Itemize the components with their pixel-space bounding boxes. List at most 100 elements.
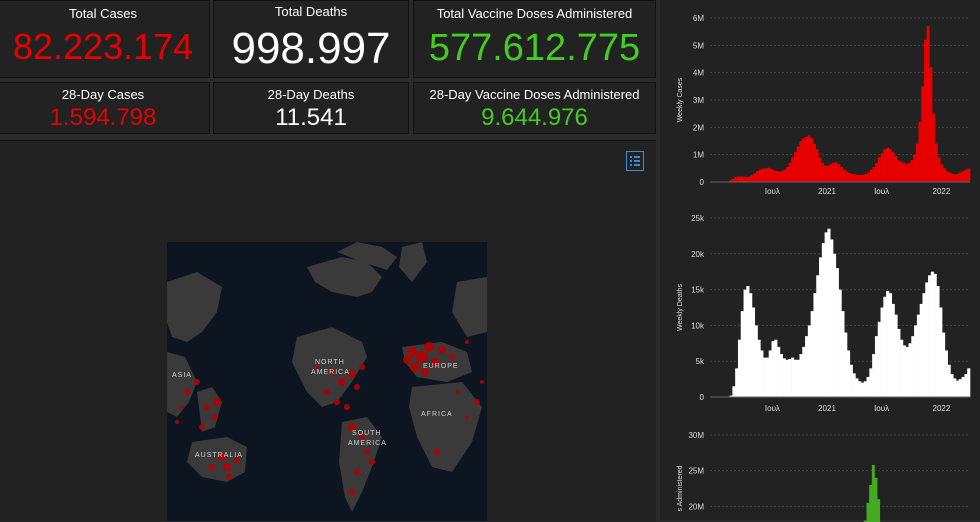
y-axis-label: Weekly Cases [677,77,684,122]
chart-bar [883,296,887,397]
vaccine-28-value: 9.644.976 [481,104,588,131]
chart-bar [775,171,779,182]
chart-bar [829,164,833,182]
y-tick-label: 15k [691,286,705,295]
chart-bar [756,171,760,182]
chart-bar [810,138,814,182]
chart-bar [905,164,909,182]
total-deaths-label: Total Deaths [274,4,348,19]
chart-bar [958,379,962,397]
chart-bar [874,477,878,522]
chart-bar [872,354,876,397]
chart-bar [918,121,922,182]
chart-bar [846,350,851,397]
chart-bar [880,153,884,182]
cases-28-label: 28-Day Cases [61,87,145,102]
y-tick-label: 20M [688,502,704,511]
y-tick-label: 30M [688,431,704,440]
chart-bar [916,314,920,397]
chart-bar [922,293,926,397]
chart-bar [830,239,834,397]
chart-bar [964,169,968,182]
chart-bar [888,293,893,397]
chart-bar [930,271,934,397]
chart-bar [877,499,881,522]
chart-bar [834,162,838,182]
chart-bar [807,325,811,397]
cases-28-tile: 28-Day Cases 1.594.798 [0,82,210,134]
chart-bar [888,149,892,182]
world-map[interactable]: ASIA NORTH AMERICA EUROPE AFRICA SOUTH A… [167,242,487,521]
chart-bar [777,346,781,397]
y-tick-label: 6M [693,14,704,23]
y-tick-label: 1M [693,151,704,160]
chart-bar [793,359,797,397]
chart-bar [905,346,909,397]
legend-button[interactable] [626,151,644,171]
y-tick-label: 25k [691,214,705,223]
chart-bar [757,339,761,397]
chart-bar [734,177,738,182]
total-deaths-value: 998.997 [231,24,391,73]
chart-bar [805,336,809,397]
chart-bar [760,350,764,397]
chart-bar [765,357,770,397]
y-tick-label: 10k [691,321,705,330]
chart-bar [886,147,890,182]
chart-bar [818,157,822,182]
weekly-vaccine-chart[interactable]: 15M20M25M30Ms Administered [660,422,980,522]
chart-bar [788,162,792,182]
chart-bar [824,232,828,397]
map-label-europe: EUROPE [423,363,459,370]
chart-bar [894,314,898,397]
chart-bar [812,143,816,182]
chart-bar [850,173,854,182]
chart-bar [944,350,948,397]
chart-bar [939,307,943,397]
y-tick-label: 5k [696,357,705,366]
chart-bar [913,154,917,182]
chart-bar [835,268,839,397]
chart-bar [788,359,792,397]
chart-bar [856,174,860,182]
chart-bar [764,168,768,182]
chart-bar [753,173,757,182]
total-vaccine-tile: Total Vaccine Doses Administered 577.612… [413,0,656,78]
chart-bar [867,172,871,182]
chart-bar [923,39,927,183]
chart-bar [861,174,865,182]
chart-bar [816,275,820,397]
chart-bar [956,173,960,182]
chart-bar [783,169,787,182]
y-tick-label: 0 [700,393,705,402]
chart-bar [732,386,736,397]
vaccine-28-tile: 28-Day Vaccine Doses Administered 9.644.… [413,82,656,134]
x-tick-label: Ιουλ [765,404,780,413]
chart-bar [874,336,879,397]
chart-bar [763,357,767,397]
chart-bar [761,168,765,182]
chart-bar [766,167,770,182]
chart-bar [875,162,879,182]
chart-bar [827,228,831,397]
chart-bar [821,162,825,182]
total-cases-tile: Total Cases 82.223.174 [0,0,210,78]
chart-bar [872,166,876,182]
chart-bar [845,171,849,182]
chart-bar [945,171,949,182]
charts-column: 0 1M 2M 3M 4M 5M 6M Weekly Cases Ιουλ 2021 Ιουλ 202… [660,0,980,522]
chart-bar [869,484,873,522]
chart-bar [802,138,806,182]
chart-bar [831,162,835,182]
total-vaccine-label: Total Vaccine Doses Administered [436,6,633,21]
weekly-deaths-chart[interactable]: 0 5k 10k 15k 20k 25k Weekly Deaths Ιουλ 2021 Ιουλ… [660,208,980,418]
y-axis-label: s Administered [677,465,684,511]
chart-bar [934,143,938,182]
weekly-cases-chart[interactable]: 0 1M 2M 3M 4M 5M 6M Weekly Cases Ιουλ 2021 Ιουλ 202… [660,0,980,200]
x-tick-label: 2022 [933,187,951,196]
map-label-north-america-1: NORTH [315,359,345,366]
chart-bar [842,169,846,182]
chart-bar [948,172,952,182]
chart-bar [849,364,853,397]
chart-bar [877,157,881,182]
